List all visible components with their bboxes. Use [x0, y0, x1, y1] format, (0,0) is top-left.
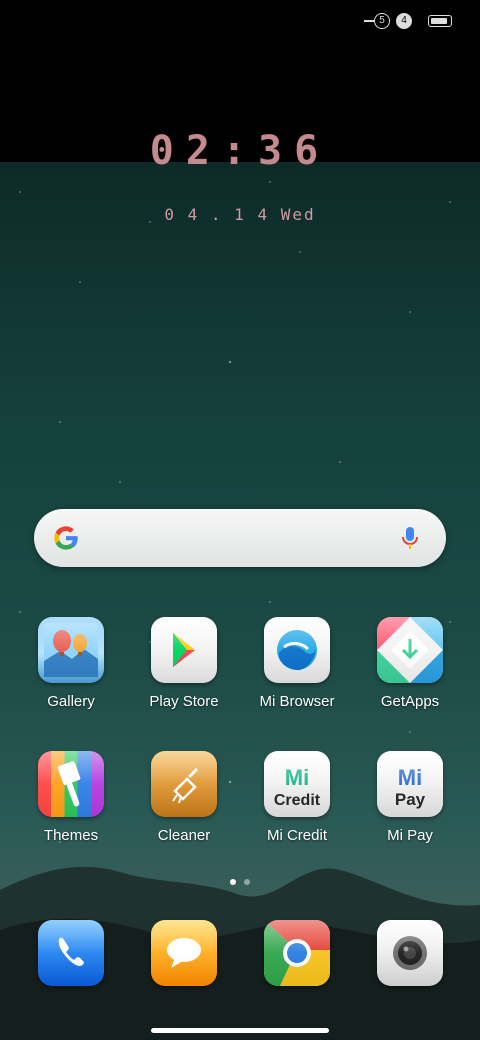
app-label: GetApps — [380, 693, 440, 710]
home-gesture-bar[interactable] — [151, 1028, 329, 1033]
dock-camera[interactable] — [355, 920, 465, 986]
google-g-icon — [54, 526, 78, 550]
page-indicator[interactable] — [0, 879, 480, 885]
mi-credit-icon: Mi Credit — [264, 751, 330, 817]
signal-line-icon — [364, 20, 374, 22]
themes-icon — [38, 751, 104, 817]
app-label: Mi Browser — [259, 693, 335, 710]
gallery-icon — [38, 617, 104, 683]
app-label: Gallery — [47, 693, 95, 710]
phone-icon — [38, 920, 104, 986]
app-cleaner[interactable]: Cleaner — [129, 751, 239, 844]
sim1-icon: 5 — [374, 13, 390, 29]
clock-widget-date[interactable]: 0 4 . 1 4 Wed — [0, 205, 480, 224]
mi-credit-tile-text-top: Mi — [285, 765, 309, 790]
app-label: Themes — [43, 827, 99, 844]
camera-icon — [377, 920, 443, 986]
app-play-store[interactable]: Play Store — [129, 617, 239, 710]
getapps-icon — [377, 617, 443, 683]
sim2-icon: 4 — [396, 13, 412, 29]
app-themes[interactable]: Themes — [16, 751, 126, 844]
messages-icon — [151, 920, 217, 986]
google-search-bar[interactable] — [34, 509, 446, 567]
app-label: Mi Pay — [387, 827, 433, 844]
dock-phone[interactable] — [16, 920, 126, 986]
play-store-icon — [151, 617, 217, 683]
app-mi-browser[interactable]: Mi Browser — [242, 617, 352, 710]
app-mi-credit[interactable]: Mi Credit Mi Credit — [242, 751, 352, 844]
mi-browser-icon — [264, 617, 330, 683]
dock-messages[interactable] — [129, 920, 239, 986]
mic-icon[interactable] — [396, 524, 424, 552]
app-gallery[interactable]: Gallery — [16, 617, 126, 710]
wallpaper — [0, 162, 480, 1040]
mi-pay-icon: Mi Pay — [377, 751, 443, 817]
page-dot[interactable] — [244, 879, 250, 885]
mi-pay-tile-text-bottom: Pay — [395, 790, 426, 809]
mi-pay-tile-text-top: Mi — [398, 765, 422, 790]
page-dot-active[interactable] — [230, 879, 236, 885]
app-mi-pay[interactable]: Mi Pay Mi Pay — [355, 751, 465, 844]
app-label: Mi Credit — [266, 827, 327, 844]
cleaner-icon — [151, 751, 217, 817]
app-label: Cleaner — [157, 827, 211, 844]
battery-icon — [428, 15, 452, 27]
chrome-icon — [264, 920, 330, 986]
status-bar: 5 4 — [364, 8, 452, 34]
clock-widget-time[interactable]: 02:36 — [0, 128, 480, 174]
app-getapps[interactable]: GetApps — [355, 617, 465, 710]
mi-credit-tile-text-bottom: Credit — [274, 792, 321, 809]
dock-chrome[interactable] — [242, 920, 352, 986]
app-label: Play Store — [149, 693, 219, 710]
